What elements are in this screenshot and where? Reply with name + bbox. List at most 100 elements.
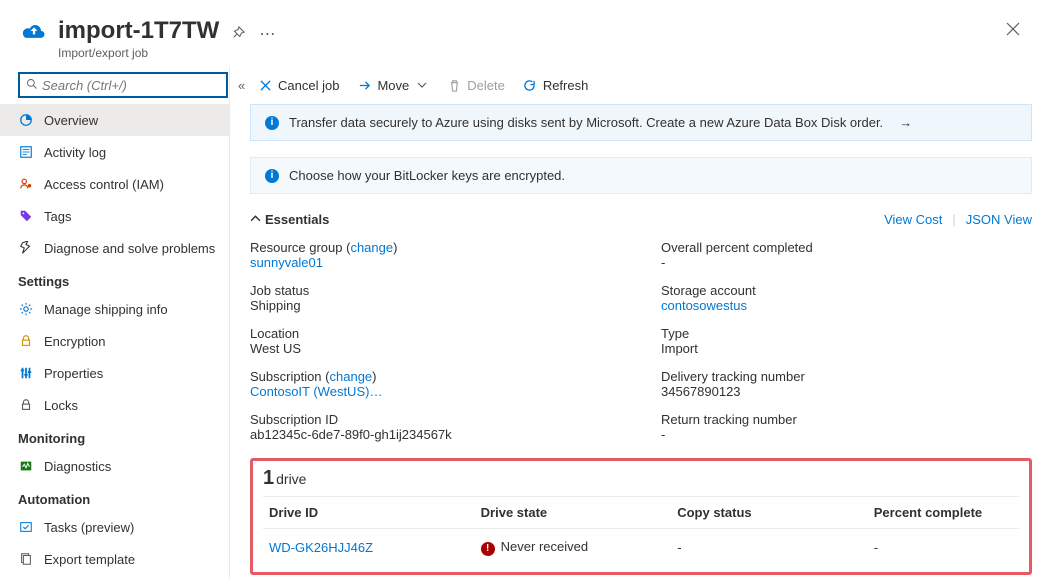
cancel-job-button[interactable]: Cancel job [250, 74, 347, 97]
subscription-id-value: ab12345c-6de7-89f0-gh1ij234567k [250, 427, 621, 442]
close-icon[interactable] [1000, 17, 1026, 46]
drive-section-highlighted: 1drive Drive ID Drive state Copy status … [250, 458, 1032, 575]
col-drive-state: Drive state [475, 497, 672, 529]
change-resource-group-link[interactable]: change [350, 240, 393, 255]
change-subscription-link[interactable]: change [330, 369, 373, 384]
drive-table: Drive ID Drive state Copy status Percent… [263, 496, 1019, 560]
job-status-value: Shipping [250, 298, 621, 313]
main: Cancel job Move Delete Refresh [230, 66, 1052, 579]
lock-icon [18, 333, 34, 349]
sidebar-item-diagnose[interactable]: Diagnose and solve problems [0, 232, 229, 264]
search-input[interactable] [42, 78, 220, 93]
sidebar: « Overview Activity log Access control (… [0, 66, 230, 579]
pct-complete-value: - [868, 529, 1019, 560]
sidebar-item-label: Encryption [44, 334, 105, 349]
search-icon [26, 78, 38, 93]
sidebar-item-label: Locks [44, 398, 78, 413]
export-template-icon [18, 551, 34, 567]
sidebar-item-label: Diagnostics [44, 459, 111, 474]
sidebar-item-tags[interactable]: Tags [0, 200, 229, 232]
job-status-label: Job status [250, 283, 621, 298]
location-value: West US [250, 341, 621, 356]
sidebar-item-label: Tags [44, 209, 71, 224]
return-value: - [661, 427, 1032, 442]
page-title: import-1T7TW [58, 18, 219, 44]
activity-log-icon [18, 144, 34, 160]
storage-label: Storage account [661, 283, 1032, 298]
subscription-label: Subscription (change) [250, 369, 621, 384]
nav-heading-settings: Settings [0, 264, 229, 293]
view-cost-link[interactable]: View Cost [884, 212, 942, 227]
sidebar-item-export-template[interactable]: Export template [0, 543, 229, 575]
banner-text: Transfer data securely to Azure using di… [289, 115, 883, 130]
type-value: Import [661, 341, 1032, 356]
delivery-label: Delivery tracking number [661, 369, 1032, 384]
error-icon: ! [481, 542, 495, 556]
drive-word: drive [276, 471, 306, 487]
return-label: Return tracking number [661, 412, 1032, 427]
refresh-icon [523, 78, 537, 92]
copy-status-value: - [671, 529, 868, 560]
sidebar-item-label: Tasks (preview) [44, 520, 134, 535]
sidebar-item-overview[interactable]: Overview [0, 104, 229, 136]
delete-button: Delete [439, 74, 513, 97]
sidebar-item-diagnostics[interactable]: Diagnostics [0, 450, 229, 482]
drive-id-link[interactable]: WD-GK26HJJ46Z [269, 540, 373, 555]
sidebar-item-activity-log[interactable]: Activity log [0, 136, 229, 168]
pin-icon[interactable] [231, 26, 245, 43]
sidebar-item-label: Activity log [44, 145, 106, 160]
sidebar-item-locks[interactable]: Locks [0, 389, 229, 421]
info-icon: i [265, 169, 279, 183]
info-icon: i [265, 116, 279, 130]
sidebar-item-properties[interactable]: Properties [0, 357, 229, 389]
arrow-right-icon: → [899, 115, 912, 130]
subscription-value[interactable]: ContosoIT (WestUS)… [250, 384, 621, 399]
sidebar-item-label: Access control (IAM) [44, 177, 164, 192]
iam-icon [18, 176, 34, 192]
drive-state-value: Never received [501, 539, 588, 554]
tasks-icon [18, 519, 34, 535]
overview-icon [18, 112, 34, 128]
drive-count: 1 [263, 467, 274, 489]
essentials-toggle[interactable]: Essentials [250, 212, 329, 227]
json-view-link[interactable]: JSON View [966, 212, 1032, 227]
sidebar-item-shipping[interactable]: Manage shipping info [0, 293, 229, 325]
more-icon[interactable]: ⋯ [259, 24, 276, 44]
refresh-button[interactable]: Refresh [515, 74, 597, 97]
move-button[interactable]: Move [349, 74, 437, 97]
gear-icon [18, 301, 34, 317]
sidebar-item-label: Properties [44, 366, 103, 381]
arrow-right-icon [357, 78, 371, 92]
tags-icon [18, 208, 34, 224]
nav-heading-monitoring: Monitoring [0, 421, 229, 450]
col-drive-id: Drive ID [263, 497, 475, 529]
x-icon [258, 78, 272, 92]
sidebar-item-iam[interactable]: Access control (IAM) [0, 168, 229, 200]
sidebar-search[interactable] [18, 72, 228, 98]
resource-type-icon [20, 18, 48, 46]
sidebar-item-encryption[interactable]: Encryption [0, 325, 229, 357]
table-row: WD-GK26HJJ46Z ! Never received - - [263, 529, 1019, 560]
resource-group-value[interactable]: sunnyvale01 [250, 255, 621, 270]
delivery-value: 34567890123 [661, 384, 1032, 399]
toolbar: Cancel job Move Delete Refresh [230, 66, 1052, 104]
overall-pct-value: - [661, 255, 1032, 270]
sidebar-item-label: Diagnose and solve problems [44, 241, 215, 256]
storage-value[interactable]: contosowestus [661, 298, 1032, 313]
sidebar-item-label: Manage shipping info [44, 302, 168, 317]
properties-icon [18, 365, 34, 381]
sidebar-item-label: Export template [44, 552, 135, 567]
chevron-down-icon [415, 78, 429, 92]
info-banner-databox[interactable]: i Transfer data securely to Azure using … [250, 104, 1032, 141]
info-banner-bitlocker[interactable]: i Choose how your BitLocker keys are enc… [250, 157, 1032, 194]
col-pct-complete: Percent complete [868, 497, 1019, 529]
sidebar-item-tasks[interactable]: Tasks (preview) [0, 511, 229, 543]
subscription-id-label: Subscription ID [250, 412, 621, 427]
col-copy-status: Copy status [671, 497, 868, 529]
type-label: Type [661, 326, 1032, 341]
banner-text: Choose how your BitLocker keys are encry… [289, 168, 565, 183]
trash-icon [447, 78, 461, 92]
nav-heading-automation: Automation [0, 482, 229, 511]
overall-pct-label: Overall percent completed [661, 240, 1032, 255]
resource-group-label: Resource group (change) [250, 240, 621, 255]
